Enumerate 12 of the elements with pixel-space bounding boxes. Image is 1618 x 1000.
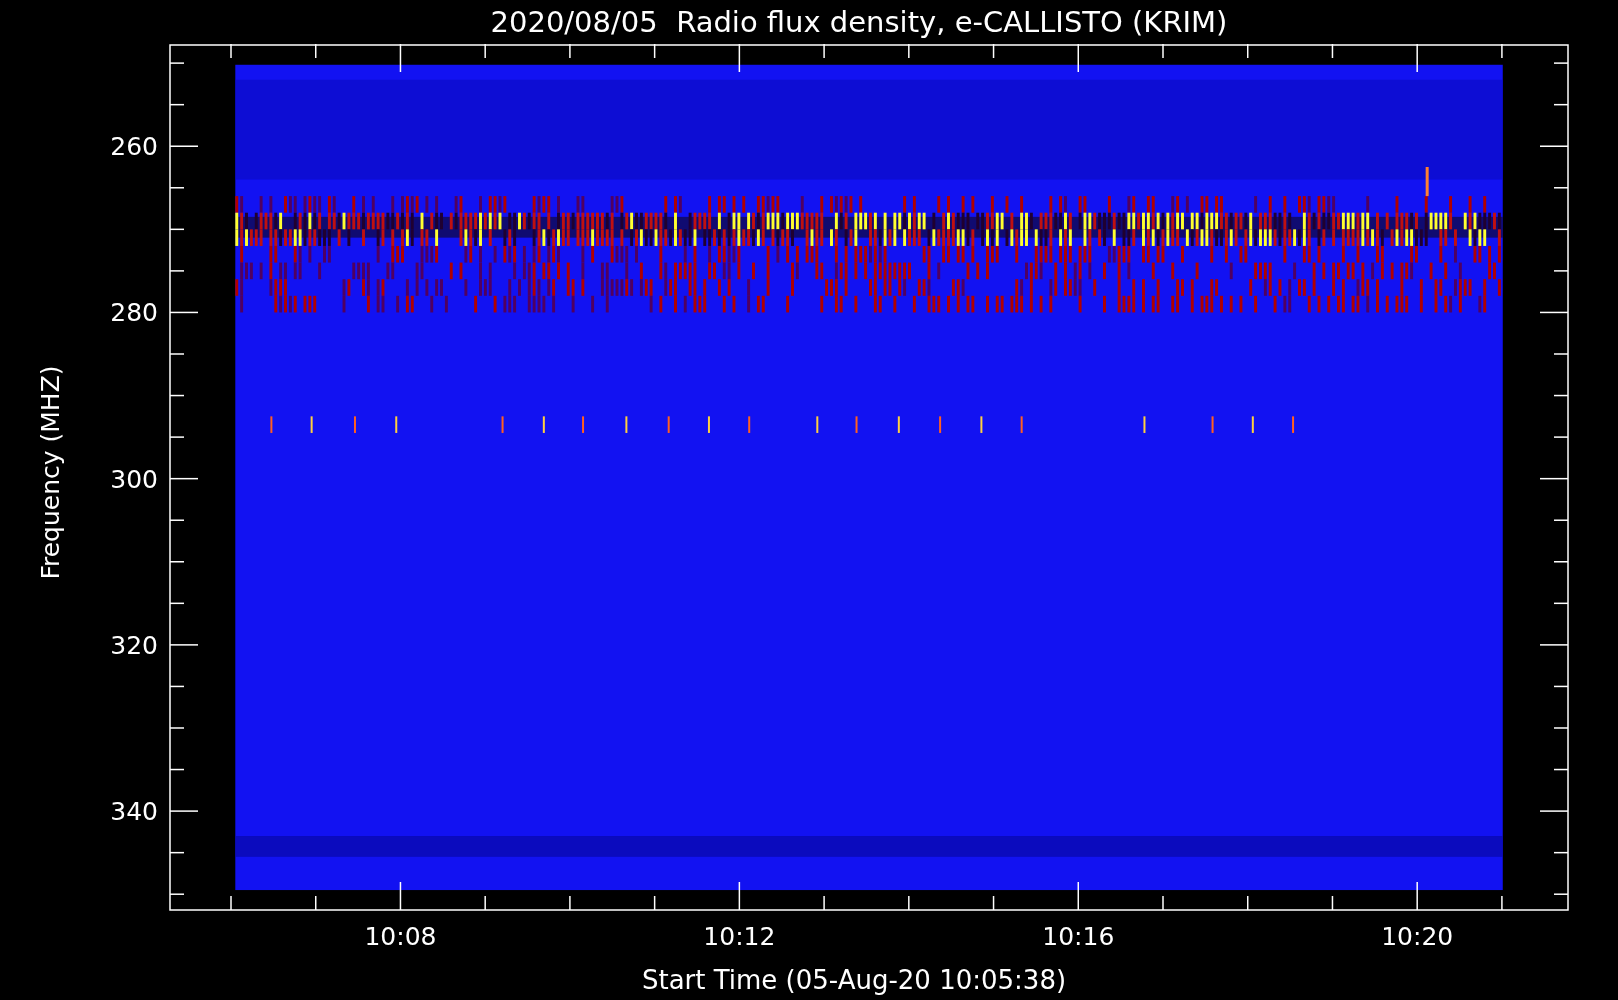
chart-title: 2020/08/05 Radio flux density, e-CALLISTO (KRIM) (490, 5, 1228, 39)
x-axis-label: Start Time (05-Aug-20 10:05:38) (641, 965, 1067, 995)
y-tick-label: 320 (110, 630, 158, 660)
y-tick-label: 260 (110, 132, 158, 162)
x-tick-label: 10:12 (703, 922, 776, 951)
x-tick-label: 10:20 (1381, 922, 1454, 951)
x-tick-label: 10:16 (1042, 922, 1115, 951)
y-tick-label: 280 (110, 298, 158, 328)
y-tick-label: 300 (110, 464, 158, 494)
y-tick-label: 340 (110, 797, 158, 827)
y-axis-label: Frequency (MHZ) (35, 364, 65, 580)
x-tick-label: 10:08 (364, 922, 437, 951)
